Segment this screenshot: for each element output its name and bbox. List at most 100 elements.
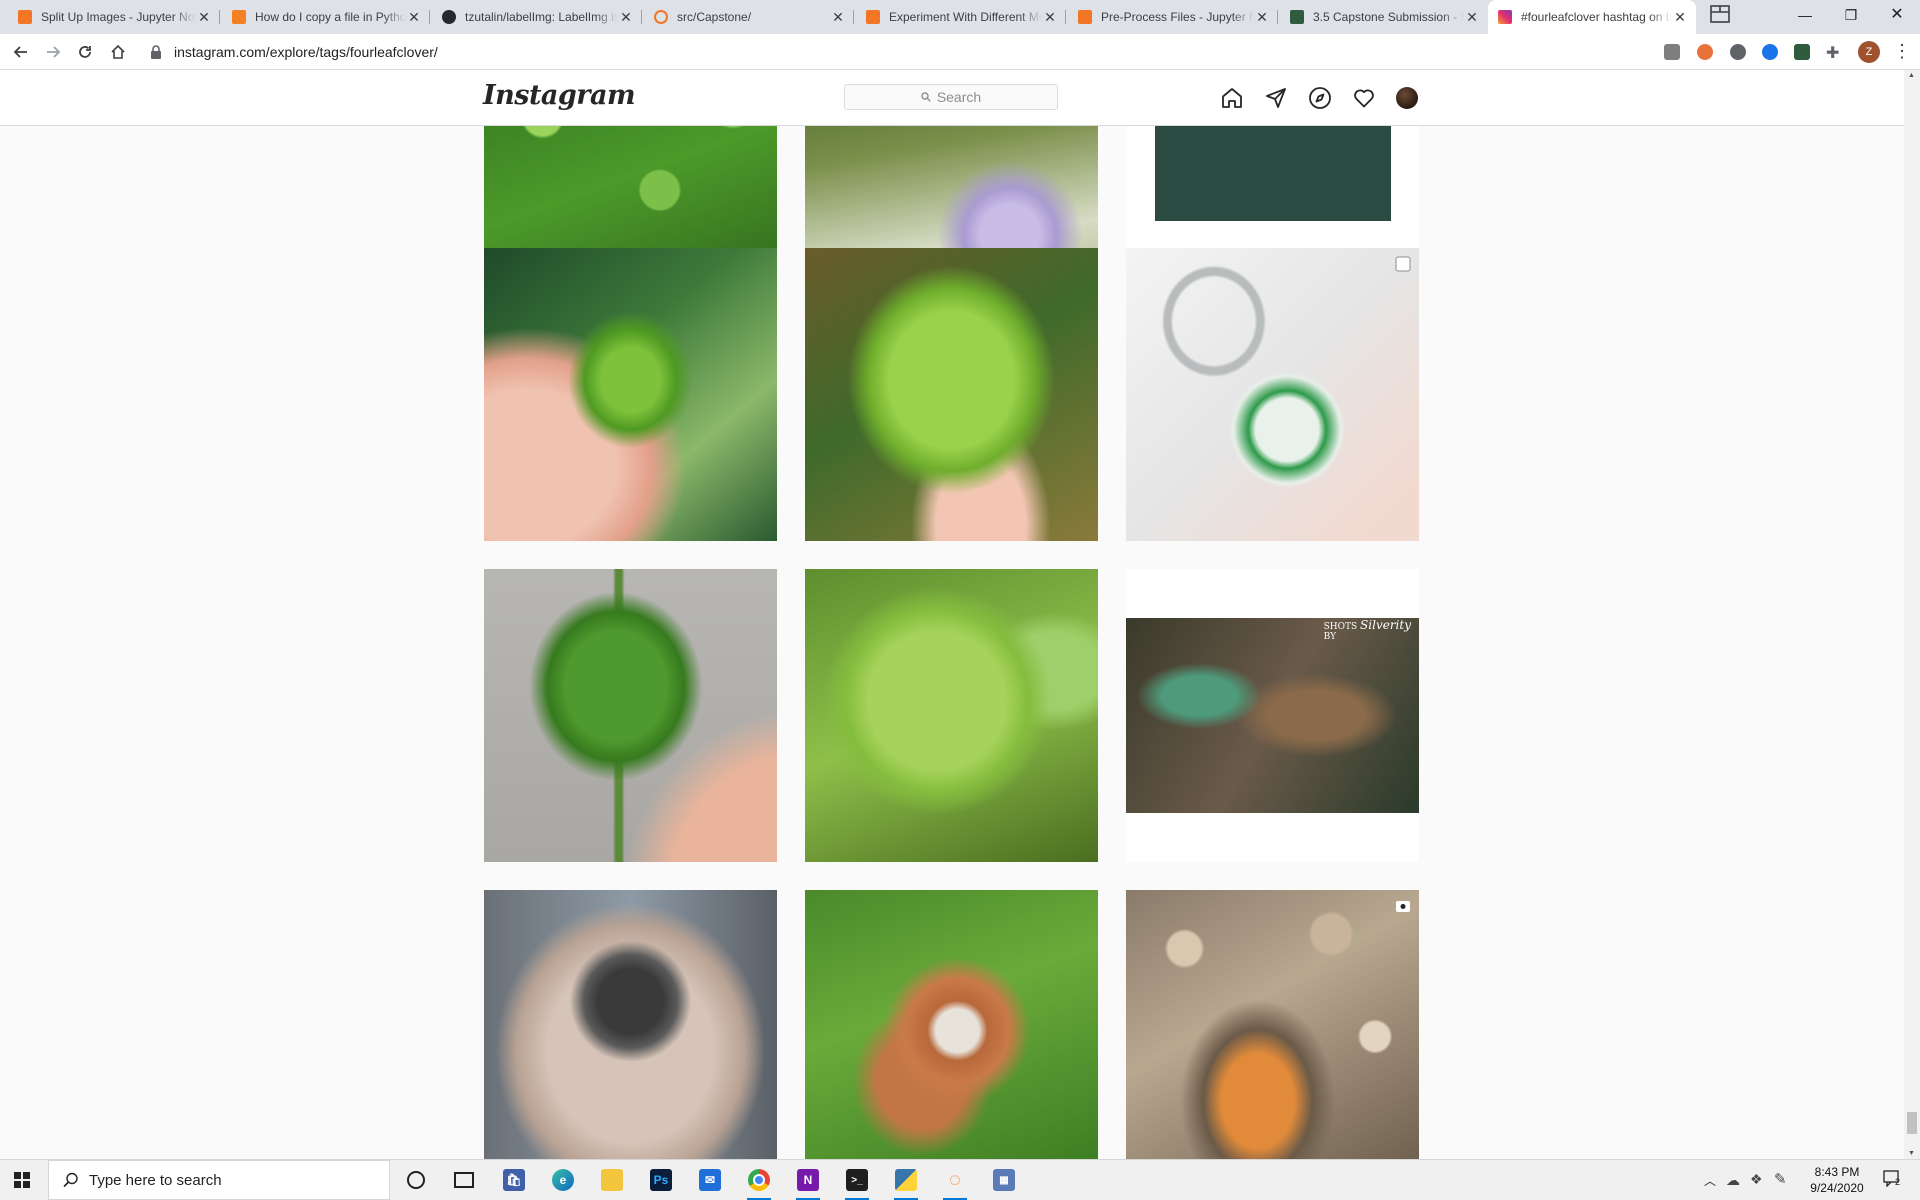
tab-close-icon[interactable]: ✕	[196, 9, 212, 25]
search-icon	[63, 1172, 78, 1188]
jupyter-favicon-icon	[18, 10, 32, 24]
taskbar-search-box[interactable]: Type here to search	[48, 1160, 390, 1200]
clock-time: 8:43 PM	[1814, 1165, 1860, 1179]
store-icon[interactable]: 🛍	[498, 1164, 530, 1196]
jupyter-favicon-icon	[1078, 10, 1092, 24]
tab-search-icon[interactable]	[1708, 4, 1732, 26]
carousel-icon	[1395, 256, 1411, 272]
post-thumbnail[interactable]	[1126, 248, 1419, 541]
extension-green-icon[interactable]	[1794, 44, 1810, 60]
chrome-icon[interactable]	[743, 1164, 775, 1200]
extensions-puzzle-icon[interactable]: ✚	[1826, 43, 1839, 63]
start-button[interactable]	[14, 1172, 30, 1191]
page-scrollbar[interactable]: ▲ ▼	[1904, 70, 1920, 1159]
browser-tab-strip: Split Up Images - Jupyter Notebook ✕ How…	[0, 0, 1920, 34]
photoshop-icon[interactable]: Ps	[645, 1164, 677, 1196]
instagram-favicon-icon	[1498, 10, 1512, 24]
tab-pre-process-files[interactable]: Pre-Process Files - Jupyter Notebook ✕	[1068, 4, 1278, 30]
scroll-up-icon[interactable]: ▲	[1908, 72, 1915, 79]
post-thumbnail[interactable]: SHOTS Silverity BY	[1126, 569, 1419, 862]
tab-capstone-submission[interactable]: 3.5 Capstone Submission - Springboard ✕	[1280, 4, 1488, 30]
post-thumbnail[interactable]	[484, 890, 777, 1159]
cortana-icon[interactable]	[400, 1164, 432, 1196]
scroll-down-icon[interactable]: ▼	[1908, 1150, 1915, 1157]
tab-title: How do I copy a file in Python?	[255, 10, 406, 24]
github-favicon-icon	[442, 10, 456, 24]
direct-icon[interactable]	[1264, 86, 1288, 110]
tab-experiment-models[interactable]: Experiment With Different Models ✕	[856, 4, 1066, 30]
springboard-favicon-icon	[1290, 10, 1304, 24]
scrollbar-thumb[interactable]	[1907, 1112, 1917, 1134]
dropbox-icon[interactable]: ❖	[1750, 1171, 1763, 1188]
tab-title: Split Up Images - Jupyter Notebook	[41, 10, 196, 24]
browser-toolbar: instagram.com/explore/tags/fourleafclove…	[0, 34, 1920, 70]
minimize-window-button[interactable]: —	[1782, 0, 1828, 30]
extension-orange-icon[interactable]	[1697, 44, 1713, 60]
windows-taskbar: Type here to search 🛍 e Ps ✉ N >_ ◌ ▦ ︿ …	[0, 1159, 1920, 1200]
pen-icon[interactable]: ✎	[1774, 1170, 1787, 1188]
menu-kebab-icon[interactable]: ⋮	[1893, 40, 1911, 62]
tab-title: src/Capstone/	[677, 10, 752, 24]
instagram-header: Instagram Search	[0, 70, 1904, 126]
tab-split-up-images[interactable]: Split Up Images - Jupyter Notebook ✕	[8, 4, 220, 30]
home-icon[interactable]	[1220, 86, 1244, 110]
task-view-icon[interactable]	[448, 1164, 480, 1196]
tab-copy-file-python[interactable]: How do I copy a file in Python? ✕	[222, 4, 430, 30]
taskbar-search-placeholder: Type here to search	[89, 1171, 222, 1189]
onedrive-cloud-icon[interactable]: ☁	[1726, 1172, 1740, 1189]
search-placeholder: Search	[936, 89, 982, 105]
igtv-icon	[1396, 901, 1410, 912]
profile-avatar[interactable]	[1396, 87, 1418, 109]
forward-button[interactable]	[41, 40, 65, 64]
tab-close-icon[interactable]: ✕	[406, 9, 422, 25]
tab-title: Experiment With Different Models	[889, 10, 1042, 24]
python-icon[interactable]	[890, 1164, 922, 1200]
instagram-search-input[interactable]: Search	[844, 84, 1058, 110]
tab-labelimg[interactable]: tzutalin/labelImg: LabelImg is a ✕	[432, 4, 642, 30]
extension-circle-icon[interactable]	[1730, 44, 1746, 60]
back-button[interactable]	[9, 40, 33, 64]
mail-icon[interactable]: ✉	[694, 1164, 726, 1196]
jupyter-icon[interactable]: ◌	[939, 1164, 971, 1200]
terminal-icon[interactable]: >_	[841, 1164, 873, 1200]
post-thumbnail[interactable]	[805, 890, 1098, 1159]
tab-close-icon[interactable]: ✕	[830, 9, 846, 25]
tab-close-icon[interactable]: ✕	[1464, 9, 1480, 25]
close-window-button[interactable]: ✕	[1874, 0, 1920, 30]
restore-window-button[interactable]: ❐	[1828, 0, 1874, 30]
post-thumbnail[interactable]	[805, 569, 1098, 862]
post-thumbnail[interactable]	[805, 248, 1098, 541]
tab-src-capstone[interactable]: src/Capstone/ ✕	[644, 4, 854, 30]
profile-avatar[interactable]: Z	[1858, 41, 1880, 63]
lock-icon[interactable]	[150, 45, 162, 62]
explore-icon[interactable]	[1308, 86, 1332, 110]
jupyter-favicon-icon	[866, 10, 880, 24]
action-center-icon[interactable]: 2	[1882, 1169, 1904, 1189]
tab-close-icon[interactable]: ✕	[618, 9, 634, 25]
edge-icon[interactable]: e	[547, 1164, 579, 1196]
tab-title: 3.5 Capstone Submission - Springboard	[1313, 10, 1464, 24]
extension-grammar-icon[interactable]	[1664, 44, 1680, 60]
calculator-icon[interactable]: ▦	[988, 1164, 1020, 1196]
reload-button[interactable]	[73, 40, 97, 64]
instagram-logo[interactable]: Instagram	[483, 80, 636, 111]
activity-heart-icon[interactable]	[1352, 86, 1376, 110]
onenote-icon[interactable]: N	[792, 1164, 824, 1200]
search-icon	[921, 92, 931, 102]
address-bar[interactable]: instagram.com/explore/tags/fourleafclove…	[142, 39, 1688, 65]
home-button[interactable]	[106, 40, 130, 64]
post-thumbnail[interactable]	[1126, 890, 1419, 1159]
hashtag-post-grid: SHOTS Silverity BY	[0, 125, 1904, 1159]
post-image	[1155, 125, 1391, 221]
tab-close-icon[interactable]: ✕	[1254, 9, 1270, 25]
post-thumbnail[interactable]	[484, 248, 777, 541]
post-thumbnail[interactable]	[484, 569, 777, 862]
tab-fourleafclover-instagram[interactable]: #fourleafclover hashtag on Instagram ✕	[1488, 0, 1696, 34]
tab-close-icon[interactable]: ✕	[1042, 9, 1058, 25]
system-clock[interactable]: 8:43 PM 9/24/2020	[1792, 1164, 1882, 1196]
extension-blue-icon[interactable]	[1762, 44, 1778, 60]
file-explorer-icon[interactable]	[596, 1164, 628, 1196]
show-hidden-icons-chevron-icon[interactable]: ︿	[1704, 1172, 1716, 1189]
jupyter-favicon-icon	[654, 10, 668, 24]
tab-close-icon[interactable]: ✕	[1672, 9, 1688, 25]
